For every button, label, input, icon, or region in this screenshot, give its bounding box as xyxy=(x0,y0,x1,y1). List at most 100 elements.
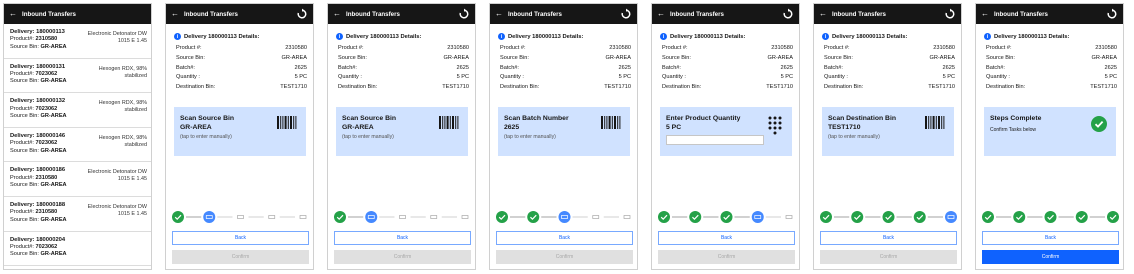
step-quantity xyxy=(1044,211,1057,223)
task-screen: ← Inbound Transfers i Delivery 180000113 De… xyxy=(327,3,476,270)
details-title: i Delivery 180000113 Details: xyxy=(822,33,955,40)
confirm-button[interactable]: Confirm xyxy=(334,250,471,264)
list-item-bin: Source Bin: GR-AREA xyxy=(10,147,67,154)
step-source-bin xyxy=(496,211,508,223)
back-arrow-icon[interactable]: ← xyxy=(495,10,503,18)
detail-row: Destination Bin: TEST1710 xyxy=(986,84,1117,91)
detail-row: Source Bin: GR-AREA xyxy=(500,54,631,61)
list-item-delivery: Delivery: 180000113 xyxy=(10,29,65,35)
delivery-list: Delivery: 180000113 Product#: 2310580 Sour… xyxy=(4,24,151,267)
barcode-icon[interactable] xyxy=(439,116,462,129)
sync-icon[interactable] xyxy=(944,8,956,20)
detail-row: Source Bin: GR-AREA xyxy=(662,54,793,61)
list-item-delivery: Delivery: 180000132 xyxy=(10,98,66,105)
list-item-bin: Source Bin: GR-AREA xyxy=(10,251,67,258)
back-button[interactable]: Back xyxy=(820,231,957,245)
header-title: Inbound Transfers xyxy=(22,10,76,18)
list-item-product: Product#: 7023062 xyxy=(10,243,58,250)
task-card[interactable]: Scan Source Bin GR-AREA (tap to enter manu… xyxy=(336,107,468,156)
back-button[interactable]: Back xyxy=(982,231,1119,245)
step-final xyxy=(299,215,307,219)
task-screen: ← Inbound Transfers i Delivery 180000113 De… xyxy=(489,3,638,270)
progress-steps xyxy=(658,210,795,224)
back-button[interactable]: Back xyxy=(496,231,633,245)
confirm-button[interactable]: Confirm xyxy=(658,250,795,264)
list-item-product: Product#: 2310580 xyxy=(10,174,58,181)
back-arrow-icon[interactable]: ← xyxy=(819,10,827,18)
sync-icon[interactable] xyxy=(620,8,632,20)
confirm-button[interactable]: Confirm xyxy=(496,250,633,264)
list-item-product: Product#: 7023062 xyxy=(10,140,58,147)
back-button[interactable]: Back xyxy=(172,231,309,245)
task-screen: ← Inbound Transfers i Delivery 180000113 De… xyxy=(813,3,962,270)
back-arrow-icon[interactable]: ← xyxy=(171,10,179,18)
step-final xyxy=(623,215,631,219)
detail-row: Destination Bin: TEST1710 xyxy=(176,84,307,91)
progress-steps xyxy=(334,210,471,224)
back-arrow-icon[interactable]: ← xyxy=(657,10,665,18)
step-quantity xyxy=(237,215,244,219)
list-item[interactable]: Delivery: 180000188 Product#: 2310580 Sour… xyxy=(4,197,151,232)
list-item[interactable]: Delivery: 180000204 Product#: 7023062 Sour… xyxy=(4,232,151,267)
details-title: i Delivery 180000113 Details: xyxy=(660,33,793,40)
sync-icon[interactable] xyxy=(458,8,470,20)
list-item-description: Electronic Detonator DW 1015 E 1.45 xyxy=(87,31,147,44)
sync-icon[interactable] xyxy=(782,8,794,20)
detail-row: Batch#: 2625 xyxy=(176,64,307,71)
task-card[interactable]: Steps Complete Confirm Tasks below xyxy=(984,107,1116,156)
step-destination-bin xyxy=(1075,211,1088,223)
back-button[interactable]: Back xyxy=(334,231,471,245)
list-item-description: Electronic Detonator DW 1015 E 1.45 xyxy=(87,203,147,217)
task-card[interactable]: Scan Destination Bin TEST1710 (tap to ente… xyxy=(822,107,954,156)
detail-row: Source Bin: GR-AREA xyxy=(986,54,1117,61)
task-card[interactable]: Scan Batch Number 2625 (tap to enter manua… xyxy=(498,107,630,156)
list-item-description xyxy=(85,237,147,266)
confirm-button[interactable]: Confirm xyxy=(820,250,957,264)
info-icon: i xyxy=(336,33,343,40)
step-final xyxy=(461,215,469,219)
list-item-delivery: Delivery: 180000188 xyxy=(10,201,66,208)
detail-row: Product #: 2310580 xyxy=(338,45,469,51)
task-card[interactable]: Enter Product Quantity 5 PC xyxy=(660,107,792,156)
back-button[interactable]: Back xyxy=(658,231,795,245)
detail-row: Quantity :5 PC xyxy=(500,74,631,81)
back-arrow-icon[interactable]: ← xyxy=(9,10,17,18)
list-item-info: Delivery: 180000204 Product#: 7023062 Sour… xyxy=(10,237,67,266)
step-final xyxy=(785,215,793,219)
header-title: Inbound Transfers xyxy=(184,10,238,18)
step-batch xyxy=(203,211,216,223)
confirm-button[interactable]: Confirm xyxy=(172,250,309,264)
back-arrow-icon[interactable]: ← xyxy=(333,10,341,18)
detail-row: Quantity :5 PC xyxy=(986,74,1117,81)
sync-icon[interactable] xyxy=(296,8,308,20)
delivery-details: i Delivery 180000113 Details: Product #: 23… xyxy=(984,33,1117,93)
quantity-input[interactable] xyxy=(666,135,764,145)
confirm-button[interactable]: Confirm xyxy=(982,250,1119,264)
keypad-icon[interactable] xyxy=(768,116,783,135)
list-item[interactable]: Delivery: 180000131 Product#: 7023062 Sour… xyxy=(4,59,151,94)
detail-row: Batch#: 2625 xyxy=(824,64,955,71)
step-final xyxy=(945,211,957,223)
sync-icon[interactable] xyxy=(1106,8,1118,20)
back-arrow-icon[interactable]: ← xyxy=(981,10,989,18)
step-quantity xyxy=(399,215,406,219)
list-item[interactable]: Delivery: 180000186 Product#: 2310580 Sour… xyxy=(4,162,151,197)
barcode-icon[interactable] xyxy=(277,116,300,129)
task-card[interactable]: Scan Source Bin GR-AREA (tap to enter manu… xyxy=(174,107,306,156)
step-source-bin xyxy=(820,211,832,223)
barcode-icon[interactable] xyxy=(925,116,948,129)
list-item[interactable]: Delivery: 180000132 Product#: 7023062 Sour… xyxy=(4,93,151,128)
step-source-bin xyxy=(172,211,184,223)
detail-row: Quantity :5 PC xyxy=(824,74,955,81)
list-item[interactable]: Delivery: 180000113 Product#: 2310580 Sour… xyxy=(4,24,151,59)
step-source-bin xyxy=(982,211,994,223)
barcode-icon[interactable] xyxy=(601,116,624,129)
task-card-hint: (tap to enter manually) xyxy=(504,134,556,140)
step-batch xyxy=(689,211,702,223)
header-title: Inbound Transfers xyxy=(670,10,724,18)
list-item[interactable]: Delivery: 180000146 Product#: 7023062 Sour… xyxy=(4,128,151,163)
detail-row: Batch#: 2625 xyxy=(338,64,469,71)
header-title: Inbound Transfers xyxy=(832,10,886,18)
task-card-hint: (tap to enter manually) xyxy=(828,134,880,140)
detail-row: Batch#: 2625 xyxy=(500,64,631,71)
